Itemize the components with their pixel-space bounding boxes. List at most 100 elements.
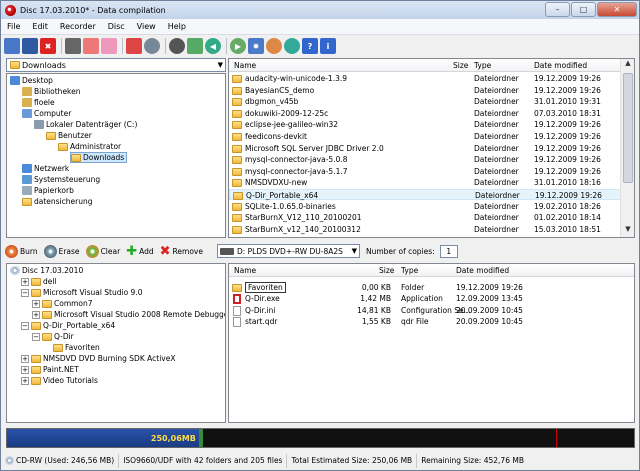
remove-icon[interactable] — [126, 38, 142, 54]
back-icon[interactable]: ◀ — [205, 38, 221, 54]
tree-item[interactable]: + Common7 — [32, 298, 93, 309]
copy-icon[interactable] — [187, 38, 203, 54]
tree-item[interactable]: datensicherung — [22, 196, 93, 207]
table-row[interactable]: Microsoft SQL Server JDBC Driver 2.0 Date… — [229, 143, 621, 154]
tree-item[interactable]: floele — [22, 97, 55, 108]
globe-icon[interactable] — [266, 38, 282, 54]
clear-button[interactable]: Clear — [85, 244, 120, 258]
erase-button[interactable]: Erase — [43, 244, 80, 258]
menu-item[interactable]: Help — [162, 22, 192, 31]
scroll-up-icon[interactable]: ▲ — [621, 59, 634, 71]
table-row[interactable]: audacity-win-unicode-1.3.9 Dateiordner 19.… — [229, 73, 621, 84]
remove-button[interactable]: ✖ Remove — [160, 244, 203, 259]
table-row[interactable]: mysql-connector-java-5.1.7 Dateiordner 19.… — [229, 166, 621, 177]
column-header-name[interactable]: Name — [234, 61, 256, 70]
tree-item[interactable]: Desktop — [10, 75, 53, 86]
table-row[interactable]: Q-Dir.ini 14,81 KB Configuration Se... 20.0… — [229, 305, 629, 316]
table-row[interactable]: SQLite-1.0.65.0-binaries Dateiordner 19.02… — [229, 201, 621, 212]
menu-item[interactable]: Edit — [26, 22, 54, 31]
expander-icon[interactable]: + — [32, 310, 40, 319]
tree-item[interactable]: Systemsteuerung — [22, 174, 100, 185]
maximize-button[interactable]: □ — [571, 2, 596, 17]
table-row[interactable]: StarBurnX_V12_110_20100201 Dateiordner 01.… — [229, 212, 621, 223]
tree-item[interactable]: Lokaler Datenträger (C:) — [34, 119, 137, 130]
menu-item[interactable]: Disc — [102, 22, 131, 31]
tree-item[interactable]: Administrator — [58, 141, 121, 152]
table-row[interactable]: mysql-connector-java-5.0.8 Dateiordner 19.… — [229, 154, 621, 165]
tree-item[interactable]: Bibliotheken — [22, 86, 81, 97]
table-row[interactable]: Q-Dir_Portable_x64 Dateiordner 19.12.2009 … — [229, 189, 621, 200]
source-list-scrollbar[interactable]: ▲ ▼ — [620, 59, 634, 237]
tree-item[interactable]: Downloads — [70, 152, 128, 163]
table-row[interactable]: StarBurnX_v12_140_20100312 Dateiordner 15.… — [229, 224, 621, 235]
tree-item[interactable]: Disc 17.03.2010 — [10, 265, 83, 276]
tree-item[interactable]: + NMSDVD DVD Burning SDK ActiveX — [21, 353, 175, 364]
tree-item[interactable]: Papierkorb — [22, 185, 74, 196]
column-header-size[interactable]: Size — [379, 266, 394, 275]
column-header-modified[interactable]: Date modified — [534, 61, 587, 70]
burn-icon[interactable] — [144, 38, 160, 54]
tree-item[interactable]: − Q-Dir — [32, 331, 74, 342]
erase-icon[interactable] — [169, 38, 185, 54]
table-row[interactable]: NMSDVDXU-new Dateiordner 31.01.2010 18:16 — [229, 177, 621, 188]
tree-item[interactable]: Benutzer — [46, 130, 92, 141]
close-button[interactable]: ✕ — [597, 2, 637, 17]
expander-icon[interactable]: + — [21, 354, 29, 363]
column-header-name[interactable]: Name — [234, 266, 256, 275]
menu-item[interactable]: View — [131, 22, 162, 31]
expander-icon[interactable]: + — [21, 376, 29, 385]
tree-item[interactable]: Netzwerk — [22, 163, 69, 174]
settings-icon[interactable]: ✹ — [248, 38, 264, 54]
tree-item[interactable]: + Microsoft Visual Studio 2008 Remote Deb… — [32, 309, 225, 320]
table-row[interactable]: dbgmon_v45b Dateiordner 31.01.2010 19:31 — [229, 96, 621, 107]
scrollbar-thumb[interactable] — [623, 73, 633, 183]
expander-icon[interactable]: + — [21, 277, 29, 286]
source-folder-tree[interactable]: Desktop Bibliotheken floele Computer Lokaler… — [6, 73, 226, 238]
forward-icon[interactable]: ▶ — [230, 38, 246, 54]
table-row[interactable]: Q-Dir.exe 1,42 MB Application 12.09.2009 13… — [229, 293, 629, 305]
tree-item[interactable]: Computer — [22, 108, 71, 119]
tree-item[interactable]: + Video Tutorials — [21, 375, 98, 386]
expander-icon[interactable]: − — [21, 288, 29, 297]
menu-item[interactable]: File — [1, 22, 26, 31]
project-file-list[interactable]: Name Size Type Date modified Favoriten 0,… — [228, 263, 635, 423]
delete-icon[interactable]: ✖ — [40, 38, 56, 54]
location-combo[interactable]: Downloads ▼ — [6, 58, 226, 72]
copies-stepper[interactable]: 1 — [439, 244, 458, 258]
add-button[interactable]: ✚ Add — [126, 244, 153, 259]
new-icon[interactable] — [4, 38, 20, 54]
expander-icon[interactable]: − — [21, 321, 29, 330]
scroll-down-icon[interactable]: ▼ — [621, 225, 634, 237]
add-files-icon[interactable] — [83, 38, 99, 54]
drive-select[interactable]: D: PLDS DVD+-RW DU-8A2S ▼ — [216, 244, 360, 258]
info-icon[interactable]: i — [320, 38, 336, 54]
column-header-type[interactable]: Type — [474, 61, 491, 70]
help-icon[interactable]: ? — [302, 38, 318, 54]
table-row[interactable]: dokuwiki-2009-12-25c Dateiordner 07.03.201… — [229, 108, 621, 119]
burn-button[interactable]: Burn — [5, 244, 38, 258]
tree-item[interactable]: − Microsoft Visual Studio 9.0 — [21, 287, 143, 298]
expander-icon[interactable]: + — [32, 299, 40, 308]
tree-item[interactable]: − Q-Dir_Portable_x64 — [21, 320, 115, 331]
table-row[interactable]: Favoriten 0,00 KB Folder 19.12.2009 19:26 — [229, 282, 629, 293]
save-icon[interactable] — [22, 38, 38, 54]
table-row[interactable]: BayesianCS_demo Dateiordner 19.12.2009 19:… — [229, 85, 621, 96]
table-row[interactable]: start.qdr 1,55 KB qdr File 20.09.2009 10:45 — [229, 316, 629, 327]
minimize-button[interactable]: – — [545, 2, 570, 17]
expander-icon[interactable]: − — [32, 332, 40, 341]
tree-item[interactable]: Favoriten — [43, 342, 100, 353]
menu-item[interactable]: Recorder — [54, 22, 102, 31]
table-row[interactable]: eclipse-jee-galileo-win32 Dateiordner 19.1… — [229, 119, 621, 130]
column-header-modified[interactable]: Date modified — [456, 266, 509, 275]
project-tree[interactable]: Disc 17.03.2010 + dell − Microsoft Visual St… — [6, 263, 226, 423]
web-icon[interactable] — [284, 38, 300, 54]
add-folder-icon[interactable] — [101, 38, 117, 54]
tree-item[interactable]: + Paint.NET — [21, 364, 79, 375]
column-header-size[interactable]: Size — [453, 61, 468, 70]
tree-item[interactable]: + dell — [21, 276, 57, 287]
expander-icon[interactable]: + — [21, 365, 29, 374]
column-header-type[interactable]: Type — [401, 266, 418, 275]
print-icon[interactable] — [65, 38, 81, 54]
table-row[interactable]: feedicons-devkit Dateiordner 19.12.2009 19… — [229, 131, 621, 142]
source-file-list[interactable]: Name Size Type Date modified audacity-wi… — [228, 58, 635, 238]
